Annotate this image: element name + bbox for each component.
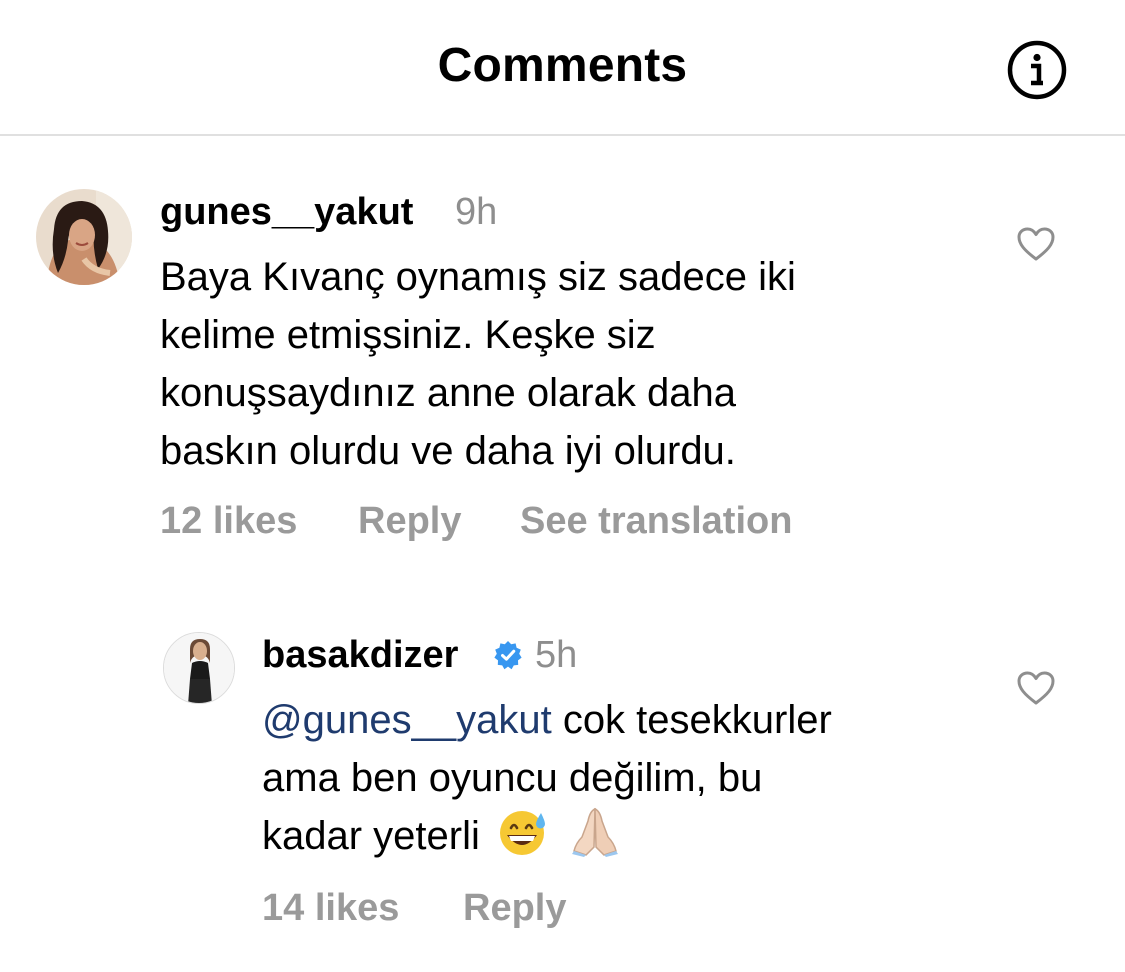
likes-count[interactable]: 12 likes: [160, 500, 297, 543]
comment-text: @gunes__yakut cok tesekkurler ama ben oy…: [262, 691, 832, 865]
folded-hands-emoji: [568, 807, 622, 857]
reply-button[interactable]: Reply: [358, 500, 461, 543]
comment-text-fragment: cok tesekkurler: [562, 698, 832, 742]
comment-text-line: ama ben oyuncu değilim, bu: [262, 756, 763, 800]
likes-count[interactable]: 14 likes: [262, 887, 399, 930]
see-translation-button[interactable]: See translation: [520, 500, 792, 543]
grinning-sweat-emoji: [497, 807, 551, 857]
comment-text-line: kadar yeterli: [262, 807, 832, 865]
comment-username[interactable]: basakdizer: [262, 634, 458, 677]
verified-badge-icon: [493, 640, 523, 670]
heart-outline-icon[interactable]: [1016, 670, 1056, 706]
mention-link[interactable]: @gunes__yakut: [262, 698, 552, 742]
comment-text-line: konuşsaydınız anne olarak daha: [160, 371, 736, 415]
comment-text: Baya Kıvanç oynamış siz sadece iki kelim…: [160, 248, 796, 480]
heart-outline-icon[interactable]: [1016, 226, 1056, 262]
comment-text-line: @gunes__yakut cok tesekkurler: [262, 691, 832, 749]
comment-time: 9h: [455, 191, 498, 233]
avatar[interactable]: [163, 632, 235, 704]
comment-text-line: Baya Kıvanç oynamış siz sadece iki: [160, 255, 796, 299]
reply-button[interactable]: Reply: [463, 887, 566, 930]
page-title: Comments: [437, 39, 688, 92]
comments-header: Comments: [0, 0, 1125, 136]
comment-time: 5h: [535, 634, 578, 676]
comment-text-line: baskın olurdu ve daha iyi olurdu.: [160, 429, 736, 473]
info-icon[interactable]: [1006, 39, 1068, 101]
comment-username[interactable]: gunes__yakut: [160, 191, 413, 234]
avatar[interactable]: [36, 189, 132, 285]
comment-text-line: kelime etmişsiniz. Keşke siz: [160, 313, 656, 357]
comment-text-fragment: kadar yeterli: [262, 814, 480, 858]
